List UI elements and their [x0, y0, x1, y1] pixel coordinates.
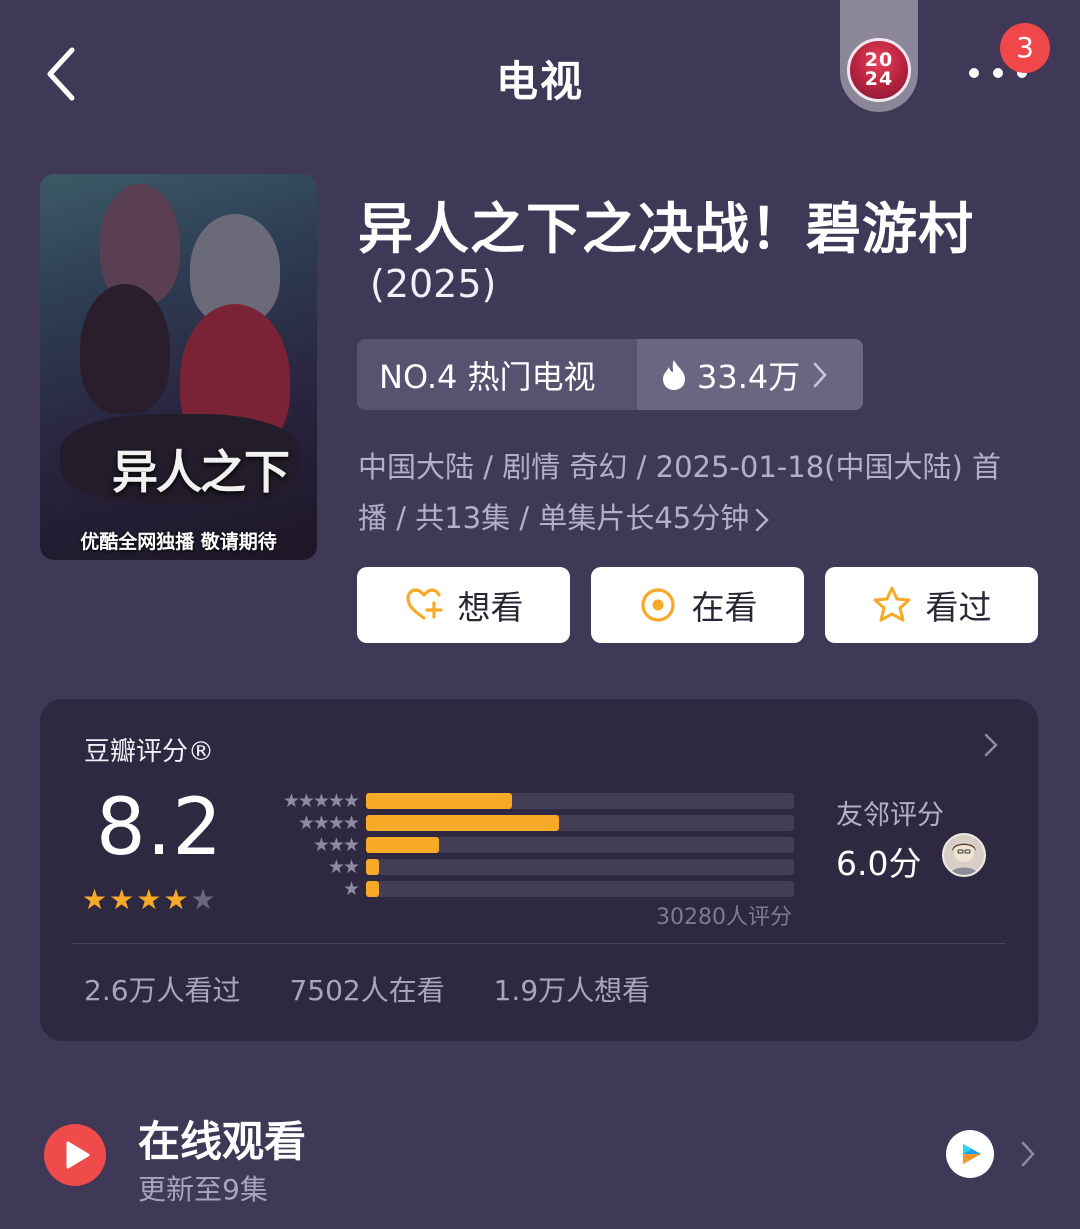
want-count: 1.9万人想看	[493, 974, 651, 1007]
online-watch-subtitle: 更新至9集	[138, 1173, 268, 1206]
avatar-image	[950, 842, 978, 875]
show-meta[interactable]: 中国大陆 / 剧情 奇幻 / 2025-01-18(中国大陆) 首 播 / 共1…	[358, 442, 1028, 544]
watching-count: 7502人在看	[289, 974, 445, 1007]
online-watch-title: 在线观看	[138, 1117, 307, 1166]
chevron-right-icon[interactable]	[1020, 1140, 1036, 1168]
year-badge-bottom: 24	[864, 68, 894, 90]
show-year: (2025)	[370, 262, 497, 306]
poster-tagline: 优酷全网独播 敬请期待	[80, 531, 277, 553]
want-to-watch-button[interactable]: 想看	[357, 567, 570, 643]
avatar[interactable]	[942, 833, 986, 877]
score-stars: ★ ★ ★ ★ ★	[82, 885, 218, 915]
distribution-stars: ★★★	[312, 833, 360, 856]
meta-line: 中国大陆 / 剧情 奇幻 / 2025-01-18(中国大陆) 首	[358, 450, 1002, 484]
friend-rating-score: 6.0分	[836, 844, 922, 883]
youku-logo	[963, 1144, 981, 1164]
distribution-stars: ★★	[327, 855, 360, 878]
distribution-bar	[366, 815, 559, 831]
year-review-badge[interactable]: 20 24	[847, 38, 911, 102]
platform-icon[interactable]	[946, 1130, 994, 1178]
show-title: 异人之下之决战！碧游村	[358, 197, 975, 261]
page-title: 电视	[495, 57, 584, 106]
meta-line-wrap: 播 / 共13集 / 单集片长45分钟	[358, 493, 1028, 544]
distribution-stars: ★★★★★	[282, 789, 360, 812]
distribution-bar	[366, 793, 512, 809]
notification-badge: 3	[1000, 23, 1050, 73]
douban-rating-card[interactable]: 豆瓣评分® 8.2 ★ ★ ★ ★ ★ ★★★★★ ★★★★ ★★★ ★★ ★ …	[40, 699, 1038, 1041]
star-icon: ★	[163, 883, 189, 916]
divider	[72, 943, 1006, 944]
heat-value: 33.4万	[697, 357, 801, 396]
distribution-track	[366, 815, 794, 831]
distribution-bar	[366, 859, 379, 875]
distribution-track	[366, 881, 794, 897]
chevron-right-icon	[755, 508, 769, 532]
distribution-row: ★★★★	[248, 811, 794, 834]
distribution-track	[366, 859, 794, 875]
distribution-track	[366, 837, 794, 853]
watched-button[interactable]: 看过	[825, 567, 1038, 643]
distribution-bar	[366, 837, 439, 853]
watched-label: 看过	[925, 588, 992, 627]
distribution-stars: ★	[342, 877, 360, 900]
show-poster[interactable]: 异人之下 优酷全网独播 敬请期待	[40, 174, 317, 560]
distribution-row: ★★	[248, 855, 794, 878]
star-icon: ★	[136, 883, 162, 916]
heat-button[interactable]: 33.4万	[637, 339, 863, 410]
want-to-watch-label: 想看	[457, 588, 524, 627]
chevron-right-icon[interactable]	[984, 733, 998, 757]
friend-rating-label: 友邻评分	[836, 800, 944, 831]
distribution-row: ★	[248, 877, 794, 900]
distribution-row: ★★★	[248, 833, 794, 856]
star-outline-icon	[873, 586, 910, 622]
watching-label: 在看	[691, 588, 758, 627]
watched-count: 2.6万人看过	[84, 974, 241, 1007]
play-triangle	[66, 1141, 90, 1169]
heart-plus-icon	[405, 588, 443, 620]
watch-stats: 2.6万人看过 7502人在看 1.9万人想看	[84, 969, 676, 1009]
rank-label[interactable]: NO.4 热门电视	[357, 339, 637, 410]
distribution-row: ★★★★★	[248, 789, 794, 812]
watching-button[interactable]: 在看	[591, 567, 804, 643]
star-icon: ★	[109, 883, 135, 916]
ranking-box[interactable]: NO.4 热门电视 33.4万	[357, 339, 863, 410]
flame-icon	[663, 359, 685, 390]
movie-detail-page: 电视 20 24 3 异人之下 优酷全网独播 敬请期待 异人之下之决战！碧游村 …	[0, 0, 1080, 1229]
distribution-track	[366, 793, 794, 809]
star-icon: ★	[190, 883, 216, 916]
rating-score: 8.2	[96, 783, 224, 873]
rating-count: 30280人评分	[656, 905, 792, 930]
distribution-stars: ★★★★	[297, 811, 360, 834]
meta-line: 播 / 共13集 / 单集片长45分钟	[358, 501, 750, 535]
play-icon[interactable]	[44, 1124, 106, 1186]
poster-figure	[80, 284, 170, 414]
distribution-bar	[366, 881, 379, 897]
star-icon: ★	[82, 883, 108, 916]
chevron-right-icon	[814, 362, 827, 387]
rating-title: 豆瓣评分®	[84, 737, 215, 767]
target-icon	[640, 588, 675, 622]
poster-logo: 异人之下	[112, 445, 290, 499]
